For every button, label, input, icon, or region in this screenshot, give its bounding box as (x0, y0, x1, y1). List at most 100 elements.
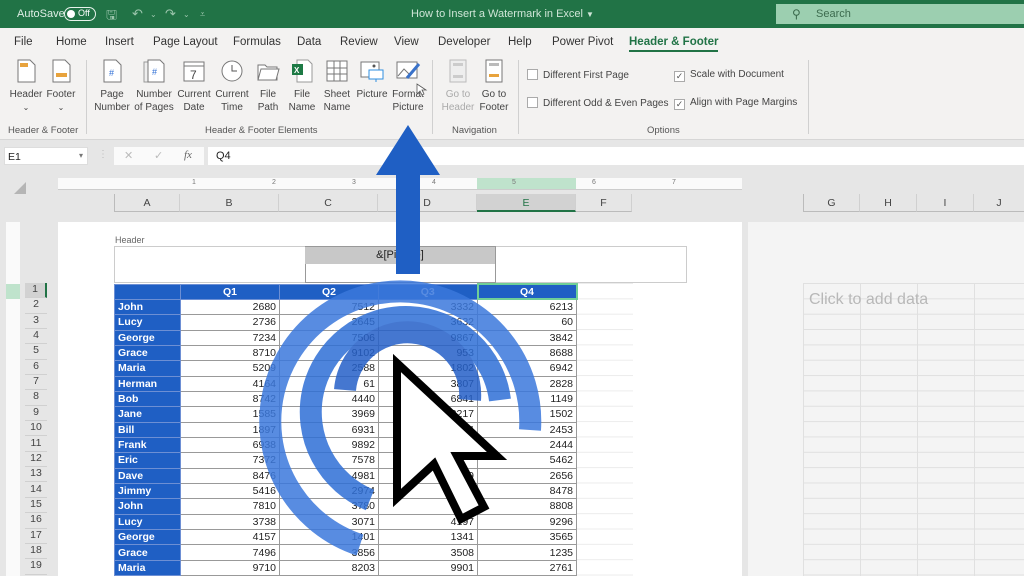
goto-footer-button[interactable]: Go to Footer (476, 58, 512, 114)
tab-page-layout[interactable]: Page Layout (153, 36, 218, 48)
value-cell[interactable]: 6931 (279, 421, 379, 438)
formula-input[interactable]: Q4 (208, 147, 1024, 165)
value-cell[interactable]: 3856 (279, 544, 379, 561)
picture-button[interactable]: Picture (355, 58, 389, 101)
name-cell[interactable]: Dave (114, 467, 181, 484)
value-cell[interactable]: 9892 (279, 436, 379, 454)
header-cell-q4[interactable]: Q4 (476, 282, 578, 301)
cancel-icon[interactable]: ✕ (124, 149, 133, 162)
value-cell[interactable]: 7506 (279, 329, 379, 346)
value-cell[interactable]: 4981 (279, 467, 379, 484)
value-cell[interactable]: 2588 (279, 360, 379, 377)
row-header[interactable]: 17 (25, 528, 47, 544)
value-cell[interactable]: 3780 (279, 498, 379, 515)
value-cell[interactable]: 1585 (180, 406, 280, 423)
name-cell[interactable]: John (114, 498, 181, 515)
value-cell[interactable]: 5416 (180, 482, 280, 500)
value-cell[interactable]: 4440 (279, 390, 379, 408)
value-cell[interactable]: ?249 (378, 467, 478, 484)
value-cell[interactable]: 9296 (477, 513, 577, 531)
value-cell[interactable]: 8710 (180, 344, 280, 362)
value-cell[interactable]: 6841 (378, 390, 478, 408)
row-header[interactable]: 19 (25, 559, 47, 575)
tab-review[interactable]: Review (340, 36, 378, 48)
value-cell[interactable]: 7512 (279, 298, 379, 316)
value-cell[interactable]: 8203 (279, 559, 379, 576)
tab-header-footer[interactable]: Header & Footer (629, 36, 719, 52)
header-cell-q3[interactable]: Q3 (378, 283, 478, 300)
column-header-j[interactable]: J (974, 194, 1024, 212)
format-picture-button[interactable]: Format Picture (391, 58, 425, 114)
value-cell[interactable]: 9901 (378, 559, 478, 576)
row-header[interactable]: 18 (25, 543, 47, 560)
goto-header-button[interactable]: Go to Header (440, 58, 476, 114)
name-cell[interactable]: Herman (114, 375, 181, 392)
different-odd-even-checkbox[interactable]: Different Odd & Even Pages (527, 97, 668, 109)
value-cell[interactable]: 3807 (378, 375, 478, 392)
value-cell[interactable]: 2761 (477, 559, 577, 576)
row-header[interactable]: 6 (25, 359, 47, 376)
name-box[interactable]: E1 ▾ (4, 147, 88, 165)
insert-function-icon[interactable]: fx (184, 149, 192, 161)
value-cell[interactable]: 6942 (477, 360, 577, 377)
row-header[interactable]: 8 (25, 390, 47, 406)
row-header[interactable]: 7 (25, 375, 47, 391)
value-cell[interactable]: 8808 (477, 498, 577, 515)
scale-with-document-checkbox[interactable]: ✓ Scale with Document (674, 69, 784, 82)
name-cell[interactable]: George (114, 528, 181, 546)
value-cell[interactable]: 3632 (378, 314, 478, 331)
name-cell[interactable]: Bill (114, 421, 181, 438)
header-cell-q2[interactable]: Q2 (279, 283, 379, 300)
row-header[interactable]: 1 (25, 283, 47, 299)
column-header-f[interactable]: F (576, 194, 632, 212)
value-cell[interactable]: 9867 (378, 329, 478, 346)
autosave-toggle[interactable]: Off (64, 7, 96, 21)
tab-insert[interactable]: Insert (105, 36, 134, 48)
value-cell[interactable]: 3969 (279, 406, 379, 423)
value-cell[interactable]: 8688 (477, 344, 577, 362)
row-header[interactable]: 9 (25, 405, 47, 422)
header-cell-blank[interactable] (114, 283, 181, 300)
name-cell[interactable]: Grace (114, 544, 181, 561)
column-header-i[interactable]: I (917, 194, 974, 212)
header-button[interactable]: Header ⌄ (8, 58, 44, 114)
value-cell[interactable]: 1502 (477, 406, 577, 423)
value-cell[interactable]: 7578 (279, 452, 379, 469)
column-header-e[interactable]: E (477, 194, 576, 212)
file-name-button[interactable]: X File Name (286, 58, 318, 114)
document-title[interactable]: How to Insert a Watermark in Excel ▼ (411, 8, 594, 20)
column-header-d[interactable]: D (378, 194, 477, 212)
value-cell[interactable]: 7372 (180, 452, 280, 469)
search-box[interactable]: ⚲ Search (776, 4, 1024, 24)
value-cell[interactable]: ?495 (378, 498, 478, 515)
row-header[interactable]: 16 (25, 513, 47, 529)
row-header[interactable]: 5 (25, 344, 47, 360)
number-of-pages-button[interactable]: # Number of Pages (134, 58, 174, 114)
value-cell[interactable]: 1?57 (378, 482, 478, 500)
current-date-button[interactable]: 7 Current Date (176, 58, 212, 114)
name-cell[interactable]: Frank (114, 436, 181, 454)
value-cell[interactable]: 9102 (279, 344, 379, 362)
click-to-add-data-placeholder[interactable]: Click to add data (809, 291, 928, 309)
value-cell[interactable]: 3508 (378, 544, 478, 561)
value-cell[interactable]: 7810 (180, 498, 280, 515)
row-header[interactable]: 14 (25, 482, 47, 498)
value-cell[interactable]: 3071 (279, 513, 379, 531)
value-cell[interactable]: 1802 (378, 360, 478, 377)
name-cell[interactable]: Jimmy (114, 482, 181, 500)
value-cell[interactable]: 4164 (180, 375, 280, 392)
row-header[interactable]: 13 (25, 467, 47, 483)
tab-formulas[interactable]: Formulas (233, 36, 281, 48)
column-header-g[interactable]: G (803, 194, 860, 212)
name-cell[interactable]: George (114, 329, 181, 346)
undo-dropdown-icon[interactable]: ⌄ (150, 10, 157, 19)
value-cell[interactable]: 2453 (477, 421, 577, 438)
column-header-a[interactable]: A (114, 194, 180, 212)
value-cell[interactable]: 1235 (477, 544, 577, 561)
value-cell[interactable]: 7234 (180, 329, 280, 346)
value-cell[interactable]: 8476 (180, 467, 280, 484)
current-time-button[interactable]: Current Time (214, 58, 250, 114)
tab-developer[interactable]: Developer (438, 36, 490, 48)
value-cell[interactable]: 9710 (180, 559, 280, 576)
value-cell[interactable]: 2?34 (378, 421, 478, 438)
